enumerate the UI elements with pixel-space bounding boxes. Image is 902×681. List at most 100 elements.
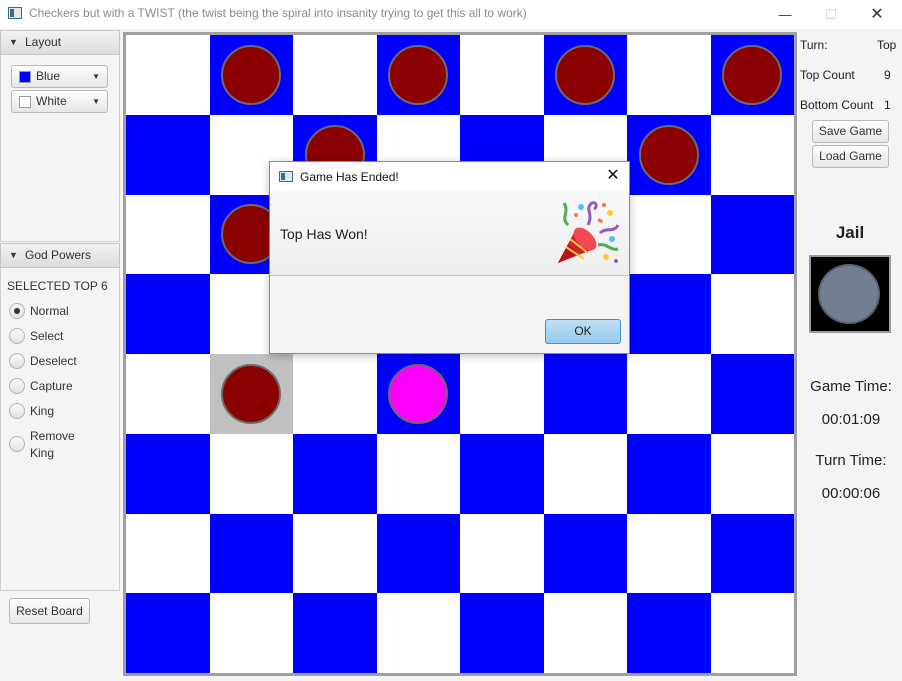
board-square[interactable] [126, 114, 210, 195]
board-square[interactable] [710, 194, 794, 275]
collapse-arrow-icon: ▼ [9, 250, 18, 260]
board-square[interactable] [293, 35, 377, 115]
board-square[interactable] [710, 513, 794, 594]
maximize-button[interactable]: ☐ [808, 0, 854, 29]
minimize-button[interactable]: — [762, 0, 808, 29]
checker-piece[interactable] [388, 44, 449, 105]
board-square[interactable] [710, 354, 794, 434]
top-count-value: 9 [884, 68, 891, 82]
game-time-label: Game Time: [810, 378, 892, 395]
board-square[interactable] [376, 433, 460, 514]
board-square[interactable] [710, 35, 794, 115]
board-square[interactable] [460, 35, 544, 115]
board-square[interactable] [710, 114, 794, 195]
board-square[interactable] [293, 433, 377, 514]
board-square[interactable] [209, 35, 293, 115]
board-square[interactable] [126, 513, 210, 594]
bottom-count-label: Bottom Count [800, 98, 874, 112]
board-square[interactable] [710, 274, 794, 354]
board-square[interactable] [627, 35, 711, 115]
board-square[interactable] [710, 593, 794, 673]
board-square[interactable] [209, 513, 293, 594]
turn-label: Turn: [800, 38, 828, 52]
load-game-button[interactable]: Load Game [812, 145, 889, 168]
radio-icon [9, 403, 25, 419]
board-square[interactable] [460, 513, 544, 594]
board-square[interactable] [126, 35, 210, 115]
power-label: Deselect [30, 354, 77, 368]
layout-pane-header[interactable]: ▼ Layout [0, 30, 120, 55]
app-icon [8, 7, 22, 19]
god-powers-pane-header[interactable]: ▼ God Powers [0, 243, 120, 268]
close-button[interactable]: ✕ [854, 0, 900, 29]
board-square[interactable] [543, 593, 627, 673]
checker-piece[interactable] [221, 44, 282, 105]
jail-title: Jail [835, 223, 865, 242]
board-square[interactable] [126, 593, 210, 673]
save-game-button[interactable]: Save Game [812, 120, 889, 143]
board-square[interactable] [293, 354, 377, 434]
board-square[interactable] [543, 433, 627, 514]
window-title: Checkers but with a TWIST (the twist bei… [29, 6, 527, 20]
board-square[interactable] [543, 513, 627, 594]
board-square[interactable] [460, 593, 544, 673]
checkers-board[interactable] [123, 32, 797, 676]
board-square[interactable] [627, 593, 711, 673]
checker-piece[interactable] [388, 363, 449, 424]
board-square[interactable] [376, 593, 460, 673]
color-swatch [19, 96, 31, 108]
checker-piece[interactable] [555, 44, 616, 105]
board-square[interactable] [543, 354, 627, 434]
board-square[interactable] [209, 354, 293, 434]
board-square[interactable] [209, 593, 293, 673]
board-square[interactable] [209, 433, 293, 514]
power-radio-king[interactable]: King [9, 403, 54, 419]
checker-piece[interactable] [221, 363, 282, 424]
board-square[interactable] [627, 274, 711, 354]
color-swatch [19, 71, 31, 83]
bottom-count-value: 1 [884, 98, 891, 112]
reset-board-button[interactable]: Reset Board [9, 598, 90, 624]
radio-icon [9, 436, 25, 452]
board-square[interactable] [460, 433, 544, 514]
power-radio-select[interactable]: Select [9, 328, 63, 344]
board-square[interactable] [627, 513, 711, 594]
board-square[interactable] [460, 354, 544, 434]
board-square[interactable] [376, 513, 460, 594]
board-square[interactable] [293, 513, 377, 594]
board-square[interactable] [126, 433, 210, 514]
board-square[interactable] [627, 194, 711, 275]
turn-time-label: Turn Time: [815, 452, 887, 469]
board-square[interactable] [627, 114, 711, 195]
power-radio-normal[interactable]: Normal [9, 303, 69, 319]
top-color-label: Blue [36, 69, 61, 83]
bottom-color-label: White [36, 94, 67, 108]
dialog-close-button[interactable]: ✕ [601, 165, 625, 187]
board-square[interactable] [293, 593, 377, 673]
board-square[interactable] [376, 35, 460, 115]
power-radio-capture[interactable]: Capture [9, 378, 73, 394]
power-radio-deselect[interactable]: Deselect [9, 353, 77, 369]
board-square[interactable] [627, 354, 711, 434]
checker-piece[interactable] [638, 124, 699, 185]
checker-piece[interactable] [722, 44, 783, 105]
dialog-title: Game Has Ended! [300, 170, 399, 184]
power-radio-remove-king[interactable]: Remove King [9, 428, 81, 462]
board-square[interactable] [710, 433, 794, 514]
collapse-arrow-icon: ▼ [9, 37, 18, 47]
layout-header-label: Layout [25, 35, 62, 49]
board-square[interactable] [627, 433, 711, 514]
board-square[interactable] [376, 354, 460, 434]
top-count-label: Top Count [800, 68, 855, 82]
dialog-header: Top Has Won! [270, 191, 629, 276]
power-label: King [30, 404, 55, 418]
bottom-color-select[interactable]: White ▼ [11, 90, 108, 113]
dialog-message: Top Has Won! [280, 226, 368, 242]
board-square[interactable] [126, 354, 210, 434]
top-color-select[interactable]: Blue ▼ [11, 65, 108, 88]
chevron-down-icon: ▼ [92, 97, 100, 106]
board-square[interactable] [126, 274, 210, 354]
board-square[interactable] [126, 194, 210, 275]
ok-button[interactable]: OK [545, 319, 621, 344]
board-square[interactable] [543, 35, 627, 115]
